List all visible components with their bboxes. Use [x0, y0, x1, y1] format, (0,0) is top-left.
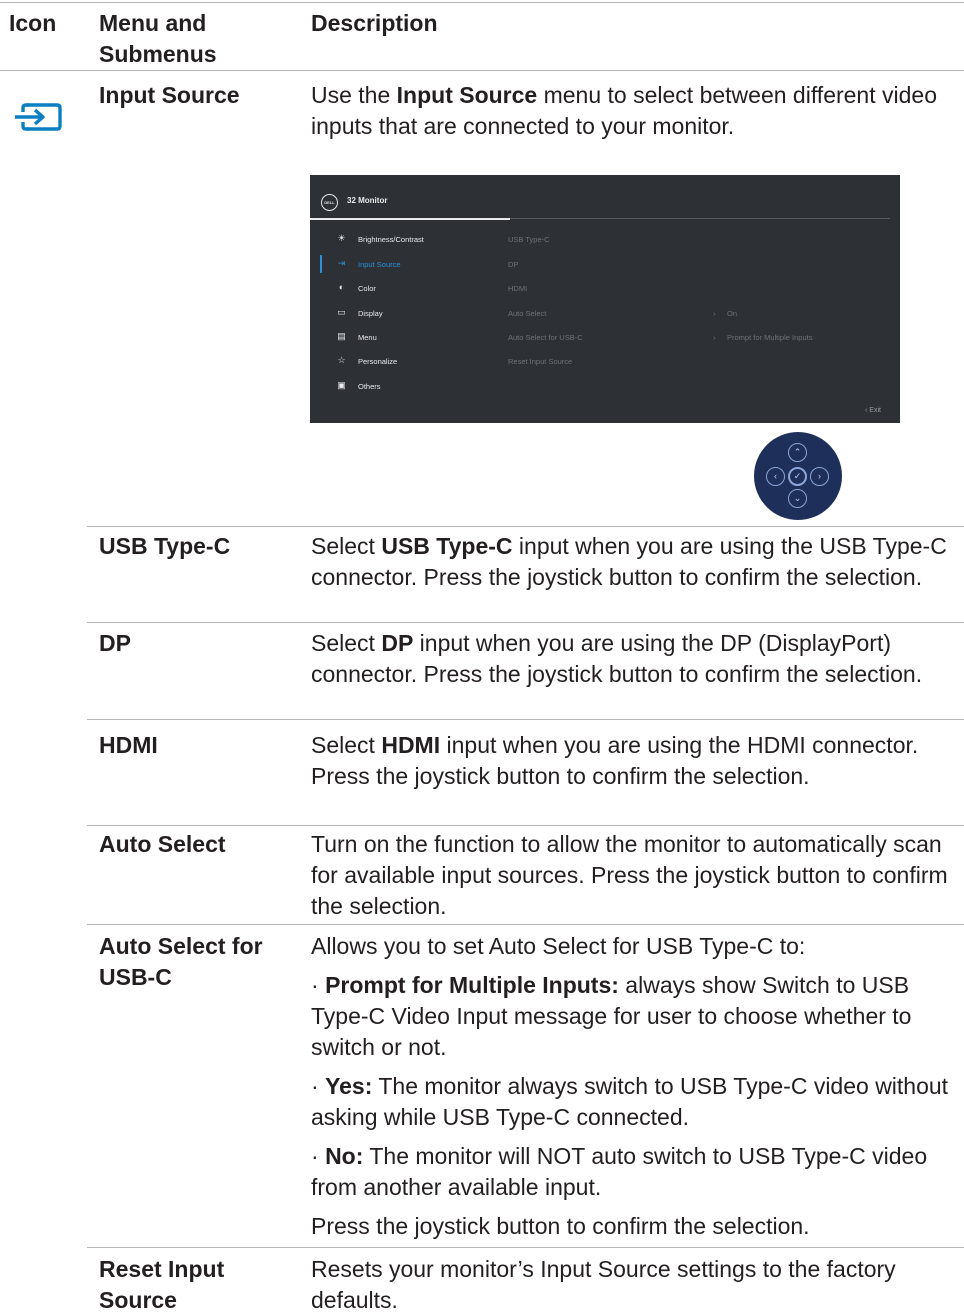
chevron-right-icon: › [810, 467, 829, 486]
osd-menu-personalize[interactable]: Personalize [358, 357, 397, 366]
osd-exit[interactable]: ‹ Exit [865, 407, 881, 414]
osd-sub-usbc[interactable]: USB Type-C [508, 235, 550, 244]
chevron-up-icon: ⌃ [788, 443, 807, 462]
color-icon: ◐ [338, 282, 345, 292]
menu-auto-select-usbc: Auto Select for USB-C [99, 933, 263, 990]
auto-select-usbc-description: Allows you to set Auto Select for USB Ty… [311, 933, 949, 1239]
menu-dp: DP [99, 630, 131, 656]
row-rule-dp [87, 622, 964, 623]
chevron-left-icon: ‹ [766, 467, 785, 486]
row-rule-hdmi [87, 719, 964, 720]
osd-auto-select-usbc-value: Prompt for Multiple Inputs [727, 333, 813, 342]
menu-reset-input-source: Reset Input Source [99, 1256, 225, 1313]
osd-tab-underline [310, 218, 510, 220]
osd-separator [510, 218, 890, 219]
osd-sub-dp[interactable]: DP [508, 260, 518, 269]
osd-exit-label: Exit [869, 407, 881, 414]
osd-title: 32 Monitor [347, 196, 388, 205]
menu-icon: ▤ [337, 331, 346, 341]
chevron-right-icon: › [713, 309, 716, 318]
joystick: ⌃ ‹ ✓ › ⌄ [754, 432, 842, 520]
personalize-star-icon: ☆ [337, 355, 346, 365]
header-icon: Icon [9, 10, 57, 36]
chevron-right-icon: › [713, 333, 716, 342]
input-source-icon [15, 103, 62, 131]
osd-menu-others[interactable]: Others [358, 382, 381, 391]
brightness-icon: ☀ [337, 233, 346, 243]
osd-menu-display[interactable]: Display [358, 309, 383, 318]
menu-auto-select: Auto Select [99, 831, 226, 857]
dp-description: Select DP input when you are using the D… [311, 630, 923, 687]
osd-sub-auto-select-usbc[interactable]: Auto Select for USB-C [508, 333, 583, 342]
menu-input-source: Input Source [99, 82, 240, 108]
row-rule-auto [87, 825, 964, 826]
header-description: Description [311, 10, 438, 36]
input-source-small-icon: ⇥ [337, 258, 346, 268]
osd-selection-bar [320, 255, 322, 273]
check-icon: ✓ [788, 467, 807, 486]
osd-menu-menu[interactable]: Menu [358, 333, 377, 342]
osd-screenshot: DELL 32 Monitor ☀ ⇥ ◐ ▭ ▤ ☆ ▣ Brightness… [310, 175, 900, 423]
header-bottom-rule [0, 70, 964, 71]
usbc-description: Select USB Type-C input when you are usi… [311, 533, 947, 590]
osd-sub-auto-select[interactable]: Auto Select [508, 309, 546, 318]
osd-menu-brightness[interactable]: Brightness/Contrast [358, 235, 424, 244]
table-top-rule [0, 2, 964, 3]
hdmi-description: Select HDMI input when you are using the… [311, 732, 919, 789]
auto-select-description: Turn on the function to allow the monito… [311, 831, 948, 919]
row-rule-reset [87, 1247, 964, 1248]
others-icon: ▣ [337, 380, 346, 390]
osd-auto-select-value: On [727, 309, 738, 318]
dell-logo: DELL [321, 194, 338, 211]
menu-hdmi: HDMI [99, 732, 158, 758]
header-menu: Menu and Submenus [99, 10, 217, 67]
osd-sub-reset[interactable]: Reset Input Source [508, 357, 572, 366]
menu-usbc: USB Type-C [99, 533, 231, 559]
osd-menu-input-source[interactable]: Input Source [358, 260, 401, 269]
row-rule-usbc [87, 526, 964, 527]
row-rule-auto-usbc [87, 924, 964, 925]
display-icon: ▭ [337, 307, 346, 317]
chevron-down-icon: ⌄ [788, 489, 807, 508]
reset-description: Resets your monitor’s Input Source setti… [311, 1256, 896, 1313]
osd-sub-hdmi[interactable]: HDMI [508, 284, 527, 293]
osd-menu-color[interactable]: Color [358, 284, 376, 293]
input-source-description: Use the Input Source menu to select betw… [311, 82, 937, 139]
